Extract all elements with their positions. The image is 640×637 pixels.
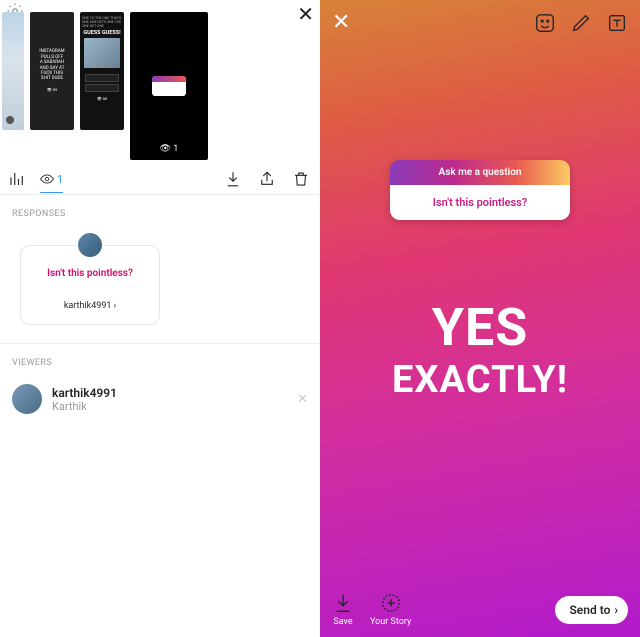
- question-sticker[interactable]: Ask me a question Isn't this pointless?: [390, 160, 570, 220]
- trash-icon[interactable]: [292, 170, 310, 188]
- story-thumb[interactable]: [2, 12, 24, 130]
- avatar: [12, 384, 42, 414]
- share-icon[interactable]: [258, 170, 276, 188]
- question-header: Ask me a question: [390, 160, 570, 185]
- story-thumb[interactable]: INSTAGRAM PULLS OFF A SABARAH AND SAY AT…: [30, 12, 74, 130]
- stats-icon[interactable]: [8, 170, 26, 188]
- story-thumb-selected[interactable]: 👁 1: [130, 12, 208, 160]
- viewer-name: Karthik: [52, 400, 297, 413]
- your-story-button[interactable]: Your Story: [370, 592, 411, 627]
- responses-label: RESPONSES: [0, 195, 320, 225]
- story-thumb[interactable]: ONE TO THE ONE THATS ONE ONE GETS ONE TH…: [80, 12, 124, 130]
- sticker-icon[interactable]: [534, 12, 556, 34]
- avatar: [76, 231, 104, 259]
- download-icon: [332, 592, 354, 614]
- viewers-label: VIEWERS: [0, 344, 320, 374]
- draw-icon[interactable]: [570, 12, 592, 34]
- save-button[interactable]: Save: [332, 592, 354, 627]
- close-icon[interactable]: ✕: [332, 10, 350, 35]
- story-insights-panel: ✕ INSTAGRAM PULLS OFF A SABARAH AND SAY …: [0, 0, 320, 637]
- insights-toolbar: 1: [0, 164, 320, 195]
- response-card[interactable]: Isn't this pointless? karthik4991 ›: [20, 231, 160, 325]
- viewer-username: karthik4991: [52, 386, 297, 400]
- question-body: Isn't this pointless?: [390, 185, 570, 220]
- story-editor-panel: ✕ Ask me a question Isn't this pointless…: [320, 0, 640, 637]
- chevron-right-icon: ›: [614, 603, 618, 617]
- story-text[interactable]: YES EXACTLY!: [320, 300, 640, 401]
- chevron-right-icon: ›: [113, 301, 116, 311]
- story-thumbnail-strip: INSTAGRAM PULLS OFF A SABARAH AND SAY AT…: [0, 12, 320, 160]
- eye-icon: [40, 172, 54, 186]
- plus-circle-icon: [380, 592, 402, 614]
- download-icon[interactable]: [224, 170, 242, 188]
- text-icon[interactable]: [606, 12, 628, 34]
- remove-viewer-icon[interactable]: ✕: [297, 392, 308, 407]
- close-icon[interactable]: ✕: [297, 2, 314, 26]
- response-username: karthik4991 ›: [64, 301, 116, 311]
- response-question: Isn't this pointless?: [31, 268, 149, 279]
- viewer-row[interactable]: karthik4991 Karthik ✕: [0, 374, 320, 424]
- tab-viewers[interactable]: 1: [40, 172, 63, 193]
- send-to-button[interactable]: Send to ›: [555, 596, 628, 624]
